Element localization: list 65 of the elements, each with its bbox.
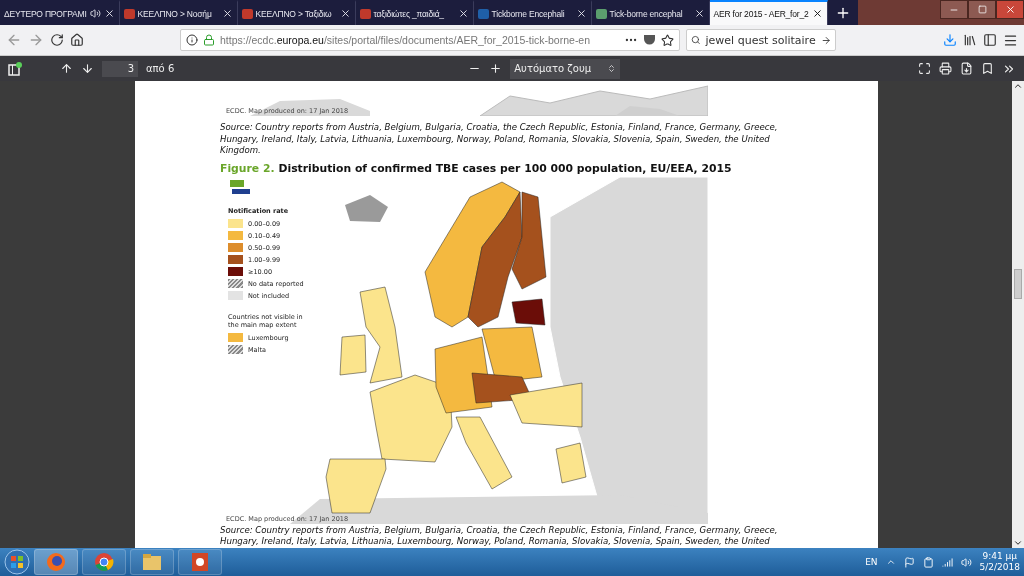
fox-globe-icon bbox=[46, 552, 66, 572]
start-button[interactable] bbox=[4, 549, 30, 575]
close-icon[interactable] bbox=[811, 8, 823, 19]
search-field[interactable]: jewel quest solitaire bbox=[686, 29, 836, 51]
star-icon[interactable] bbox=[661, 33, 674, 47]
address-field[interactable]: https://ecdc.europa.eu/sites/portal/files/documents/AER_for_2015-tick-borne-en bbox=[180, 29, 680, 51]
hatched-swatch bbox=[228, 345, 243, 354]
minimize-button[interactable] bbox=[940, 0, 968, 19]
presentation-icon bbox=[191, 552, 209, 572]
download-icon[interactable] bbox=[943, 33, 957, 47]
figure-title: Distribution of confirmed TBE cases per 100 000 population, EU/EEA, 2015 bbox=[278, 161, 732, 175]
previous-page-icon[interactable] bbox=[60, 62, 73, 75]
save-icon[interactable] bbox=[960, 62, 973, 75]
chrome-icon bbox=[94, 552, 114, 572]
tray-expand-icon[interactable] bbox=[885, 557, 896, 567]
scrollbar-thumb[interactable] bbox=[1014, 269, 1022, 299]
signal-icon[interactable] bbox=[941, 556, 953, 568]
maximize-icon bbox=[977, 5, 987, 14]
bookmark-icon[interactable] bbox=[981, 62, 994, 75]
clipboard-icon[interactable] bbox=[922, 556, 934, 568]
close-icon[interactable] bbox=[575, 8, 587, 19]
lock-icon bbox=[203, 34, 215, 46]
close-icon[interactable] bbox=[693, 8, 705, 19]
zoom-in-icon[interactable] bbox=[489, 62, 503, 75]
scroll-down-icon[interactable] bbox=[1013, 538, 1023, 548]
pocket-icon[interactable] bbox=[643, 34, 656, 46]
page-count: από 6 bbox=[146, 63, 175, 74]
print-icon[interactable] bbox=[939, 62, 952, 75]
clock[interactable]: 9:41 μμ 5/2/2018 bbox=[979, 551, 1020, 573]
fullscreen-icon[interactable] bbox=[918, 62, 931, 75]
reload-icon[interactable] bbox=[50, 33, 64, 47]
source-note: Source: Country reports from Austria, Belgium, Bulgaria, Croatia, the Czech Republic, Estonia, Finland, France, Germany, Greece, Hungary, Ireland, Italy, Latvia, Lithuania, Luxembourg, Norway, Poland, Romania, Slovakia, Slovenia, Spain, Sweden, the United Kingdom. bbox=[220, 122, 779, 157]
close-icon[interactable] bbox=[221, 8, 233, 19]
scroll-up-icon[interactable] bbox=[1013, 81, 1023, 91]
language-indicator[interactable]: EN bbox=[865, 557, 878, 567]
taskbar-button[interactable] bbox=[130, 549, 174, 575]
speaker-icon[interactable] bbox=[89, 8, 101, 19]
info-icon[interactable] bbox=[186, 34, 198, 46]
close-icon bbox=[1004, 4, 1016, 15]
updown-caret-icon bbox=[607, 64, 617, 73]
library-icon[interactable] bbox=[963, 33, 977, 47]
browser-tab[interactable]: AER for 2015 - AER_for_2 bbox=[709, 0, 828, 25]
figure-number: Figure 2. bbox=[220, 161, 275, 175]
folder-icon bbox=[142, 553, 162, 571]
close-button[interactable] bbox=[996, 0, 1024, 19]
hatched-swatch bbox=[228, 279, 243, 288]
close-icon[interactable] bbox=[457, 8, 469, 19]
sidebar-icon[interactable] bbox=[983, 33, 997, 47]
source-note: Source: Country reports from Austria, Belgium, Bulgaria, Croatia, the Czech Republic, Estonia, Finland, France, Germany, Greece, Hungary, Ireland, Italy, Latvia, Lithuania, Luxembourg, Norway, Poland, Romania, Slovakia, Slovenia, Spain, Sweden, the United bbox=[220, 524, 779, 548]
page-number-field[interactable]: 3 bbox=[102, 60, 138, 77]
logo-icon bbox=[228, 178, 252, 195]
home-icon[interactable] bbox=[70, 33, 84, 47]
close-icon[interactable] bbox=[339, 8, 351, 19]
menu-icon[interactable] bbox=[1003, 32, 1018, 48]
taskbar-button[interactable] bbox=[178, 549, 222, 575]
taskbar-button[interactable] bbox=[34, 549, 78, 575]
next-page-icon[interactable] bbox=[81, 62, 94, 75]
taskbar-button[interactable] bbox=[82, 549, 126, 575]
maximize-button[interactable] bbox=[968, 0, 996, 19]
search-icon bbox=[691, 34, 701, 46]
volume-icon[interactable] bbox=[960, 556, 972, 568]
zoom-select[interactable]: Αυτόματο ζουμ bbox=[510, 58, 621, 79]
flag-icon[interactable] bbox=[903, 556, 915, 568]
sidebar-toggle-icon[interactable] bbox=[8, 61, 22, 76]
close-icon[interactable] bbox=[103, 8, 115, 19]
